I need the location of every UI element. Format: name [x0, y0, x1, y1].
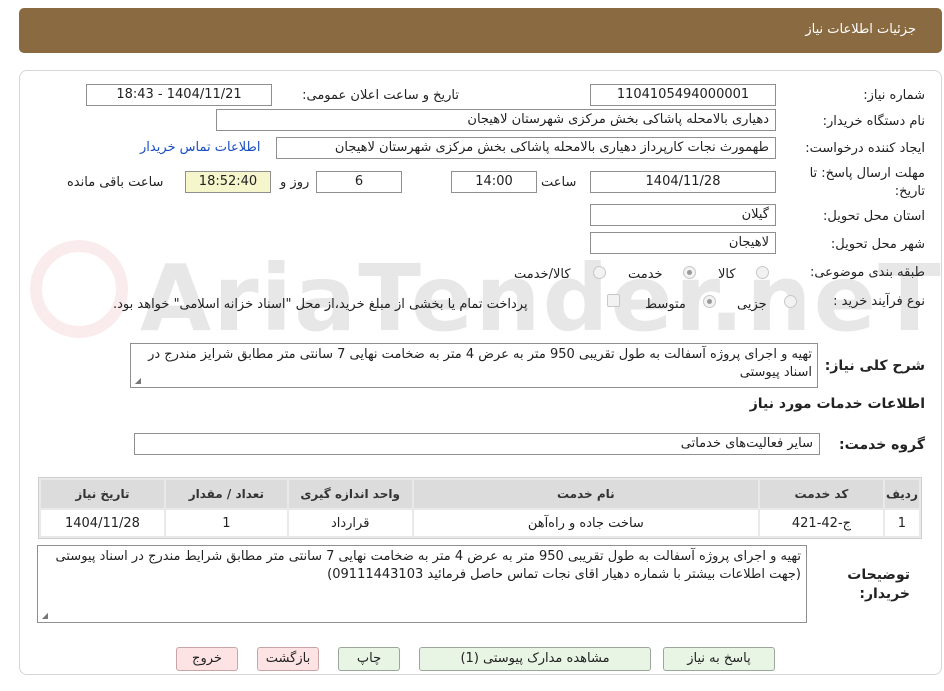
- page-title: جزئیات اطلاعات نیاز: [805, 22, 916, 37]
- requester-field: طهمورث نجات کارپرداز دهیاری بالامحله پاش…: [276, 137, 776, 159]
- need-number-field: 1104105494000001: [590, 84, 776, 106]
- process-type-label: نوع فرآیند خرید :: [833, 294, 925, 309]
- process-radio-medium[interactable]: [703, 295, 716, 308]
- process-option-minor-label: جزیی: [737, 297, 767, 312]
- services-section-title: اطلاعات خدمات مورد نیاز: [749, 396, 925, 412]
- announce-date-field: 1404/11/21 - 18:43: [86, 84, 272, 106]
- deadline-time-field: 14:00: [451, 171, 537, 193]
- days-remaining-field: 6: [316, 171, 402, 193]
- deadline-label: مهلت ارسال پاسخ: تا: [809, 166, 925, 181]
- service-group-label: گروه خدمت:: [839, 437, 925, 453]
- back-button[interactable]: بازگشت: [257, 647, 319, 671]
- treasury-checkbox[interactable]: [607, 294, 620, 307]
- table-row: 1 ج-42-421 ساخت جاده و راه‌آهن قرارداد 1…: [41, 510, 919, 536]
- deadline-label-date: تاریخ:: [894, 184, 925, 199]
- days-label: روز و: [280, 175, 310, 190]
- remaining-label: ساعت باقی مانده: [67, 175, 164, 190]
- print-button[interactable]: چاپ: [338, 647, 400, 671]
- buyer-notes-line-2: (جهت اطلاعات بیشتر با شماره دهیار اقای ن…: [327, 567, 801, 582]
- category-option-both-label: کالا/خدمت: [514, 267, 571, 282]
- buyer-contact-link[interactable]: اطلاعات تماس خریدار: [140, 140, 260, 155]
- page-header: جزئیات اطلاعات نیاز: [19, 8, 942, 53]
- buyer-notes-line-1: تهیه و اجرای پروژه آسفالت به طول تقریبی …: [55, 549, 801, 564]
- buyer-notes-label: توضیحات: [847, 567, 910, 583]
- remaining-time-field: 18:52:40: [185, 171, 271, 193]
- table-header-row: ردیف کد خدمت نام خدمت واحد اندازه گیری ت…: [41, 480, 919, 508]
- category-radio-both[interactable]: [593, 266, 606, 279]
- time-label: ساعت: [541, 175, 577, 190]
- col-service-code: کد خدمت: [760, 480, 883, 508]
- process-option-medium-label: متوسط: [645, 297, 686, 312]
- watermark-circle-icon: [30, 240, 128, 338]
- city-field: لاهیجان: [590, 232, 776, 254]
- category-option-goods-label: کالا: [718, 267, 736, 282]
- requester-label: ایجاد کننده درخواست:: [805, 141, 925, 156]
- col-quantity: تعداد / مقدار: [165, 480, 287, 508]
- category-radio-goods[interactable]: [756, 266, 769, 279]
- reply-to-need-button[interactable]: پاسخ به نیاز: [663, 647, 775, 671]
- buyer-org-field: دهیاری بالامحله پاشاکی بخش مرکزی شهرستان…: [216, 109, 776, 131]
- treasury-note: پرداخت تمام یا بخشی از مبلغ خرید،از محل …: [113, 297, 528, 312]
- col-row-number: ردیف: [884, 480, 919, 508]
- category-option-service-label: خدمت: [628, 267, 663, 282]
- resize-grip-icon[interactable]: ◢: [40, 612, 48, 620]
- service-group-field: سایر فعالیت‌های خدماتی: [134, 433, 820, 455]
- services-table: ردیف کد خدمت نام خدمت واحد اندازه گیری ت…: [38, 477, 922, 539]
- col-service-name: نام خدمت: [413, 480, 759, 508]
- category-radio-service[interactable]: [683, 266, 696, 279]
- buyer-notes-label-2: خریدار:: [859, 586, 910, 602]
- province-field: گیلان: [590, 204, 776, 226]
- description-text: تهیه و اجرای پروژه آسفالت به طول تقریبی …: [148, 347, 812, 380]
- col-unit: واحد اندازه گیری: [288, 480, 412, 508]
- exit-button[interactable]: خروج: [176, 647, 238, 671]
- city-label: شهر محل تحویل:: [830, 237, 925, 252]
- buyer-org-label: نام دستگاه خریدار:: [822, 114, 925, 129]
- resize-grip-icon[interactable]: ◢: [133, 377, 141, 385]
- deadline-date-field: 1404/11/28: [590, 171, 776, 193]
- cell-unit: قرارداد: [288, 510, 412, 536]
- description-label: شرح کلی نیاز:: [824, 358, 925, 374]
- buyer-notes-textarea[interactable]: تهیه و اجرای پروژه آسفالت به طول تقریبی …: [37, 545, 807, 623]
- description-textarea[interactable]: تهیه و اجرای پروژه آسفالت به طول تقریبی …: [130, 343, 818, 388]
- announce-label: تاریخ و ساعت اعلان عمومی:: [302, 88, 459, 103]
- province-label: استان محل تحویل:: [823, 209, 925, 224]
- view-attachments-button[interactable]: مشاهده مدارک پیوستی (1): [419, 647, 651, 671]
- watermark-logo: AriaTender.neT: [30, 240, 941, 352]
- category-label: طبقه بندی موضوعی:: [809, 265, 925, 280]
- process-radio-minor[interactable]: [784, 295, 797, 308]
- col-need-date: تاریخ نیاز: [41, 480, 164, 508]
- cell-service-code: ج-42-421: [760, 510, 883, 536]
- need-number-label: شماره نیاز:: [863, 88, 925, 103]
- cell-row-number: 1: [884, 510, 919, 536]
- cell-quantity: 1: [165, 510, 287, 536]
- cell-service-name: ساخت جاده و راه‌آهن: [413, 510, 759, 536]
- cell-need-date: 1404/11/28: [41, 510, 164, 536]
